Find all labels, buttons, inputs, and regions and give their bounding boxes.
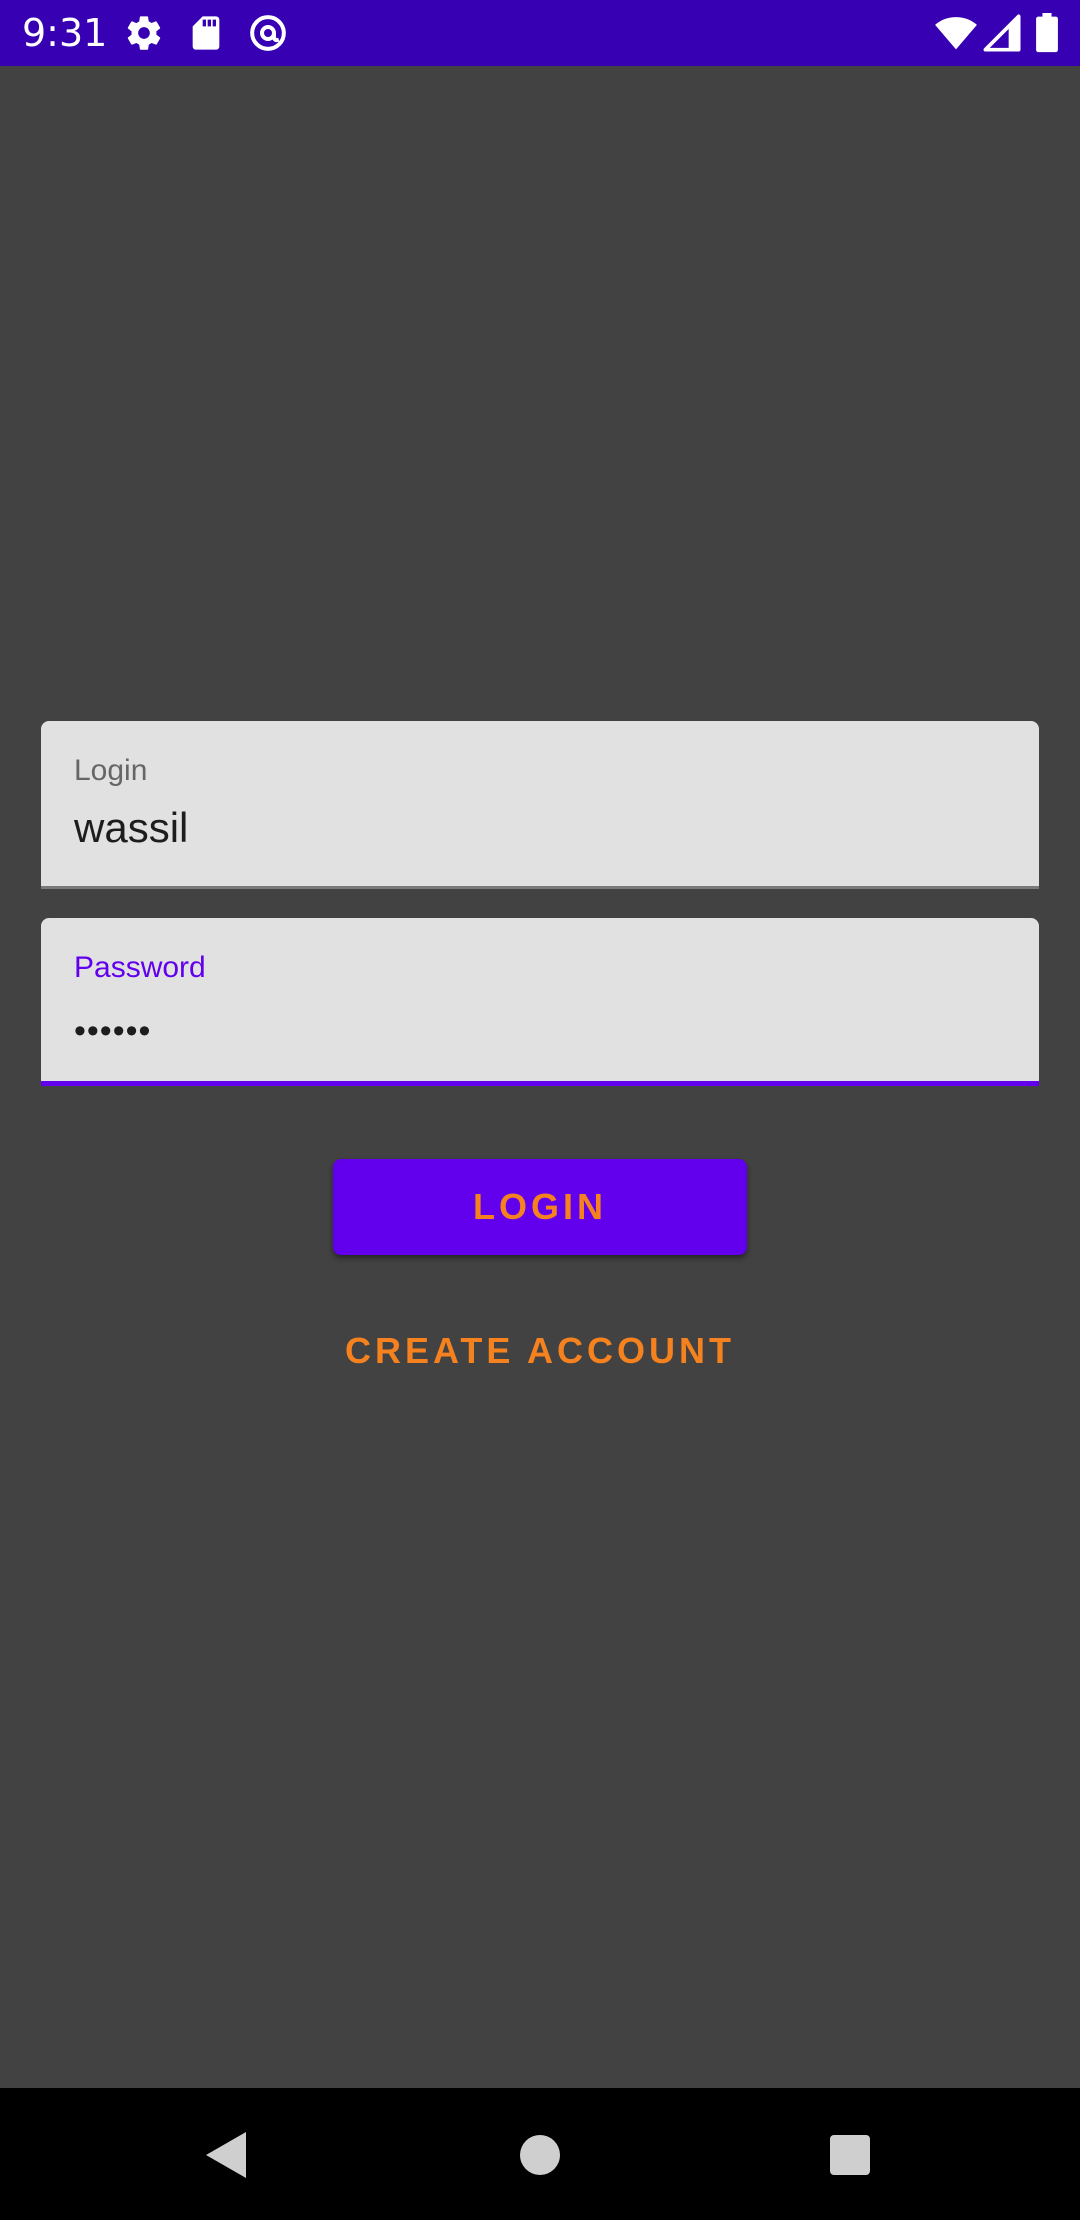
- sd-card-icon: [186, 13, 226, 53]
- create-account-button[interactable]: CREATE ACCOUNT: [290, 1306, 790, 1396]
- login-button[interactable]: LOGIN: [333, 1159, 747, 1255]
- home-button[interactable]: [495, 2110, 585, 2200]
- login-screen: Login wassil Password •••••• LOGIN CREAT…: [0, 66, 1080, 2088]
- recents-icon: [830, 2135, 870, 2175]
- status-bar: 9:31: [0, 0, 1080, 66]
- login-field-label: Login: [74, 754, 148, 787]
- back-button[interactable]: [181, 2110, 271, 2200]
- password-field[interactable]: Password ••••••: [41, 918, 1039, 1086]
- navigation-bar: [0, 2088, 1080, 2220]
- at-sign-icon: [248, 13, 288, 53]
- home-icon: [520, 2135, 560, 2175]
- password-field-underline: [41, 1081, 1039, 1086]
- login-field-value: wassil: [74, 804, 189, 851]
- login-field[interactable]: Login wassil: [41, 721, 1039, 889]
- wifi-icon: [934, 13, 978, 53]
- recents-button[interactable]: [805, 2110, 895, 2200]
- signal-icon: [982, 13, 1022, 53]
- settings-icon: [124, 13, 164, 53]
- battery-icon: [1034, 13, 1060, 53]
- back-icon: [206, 2132, 246, 2178]
- status-time: 9:31: [22, 11, 108, 55]
- password-field-value: ••••••: [74, 1012, 152, 1050]
- password-field-label: Password: [74, 951, 206, 984]
- login-field-underline: [41, 886, 1039, 889]
